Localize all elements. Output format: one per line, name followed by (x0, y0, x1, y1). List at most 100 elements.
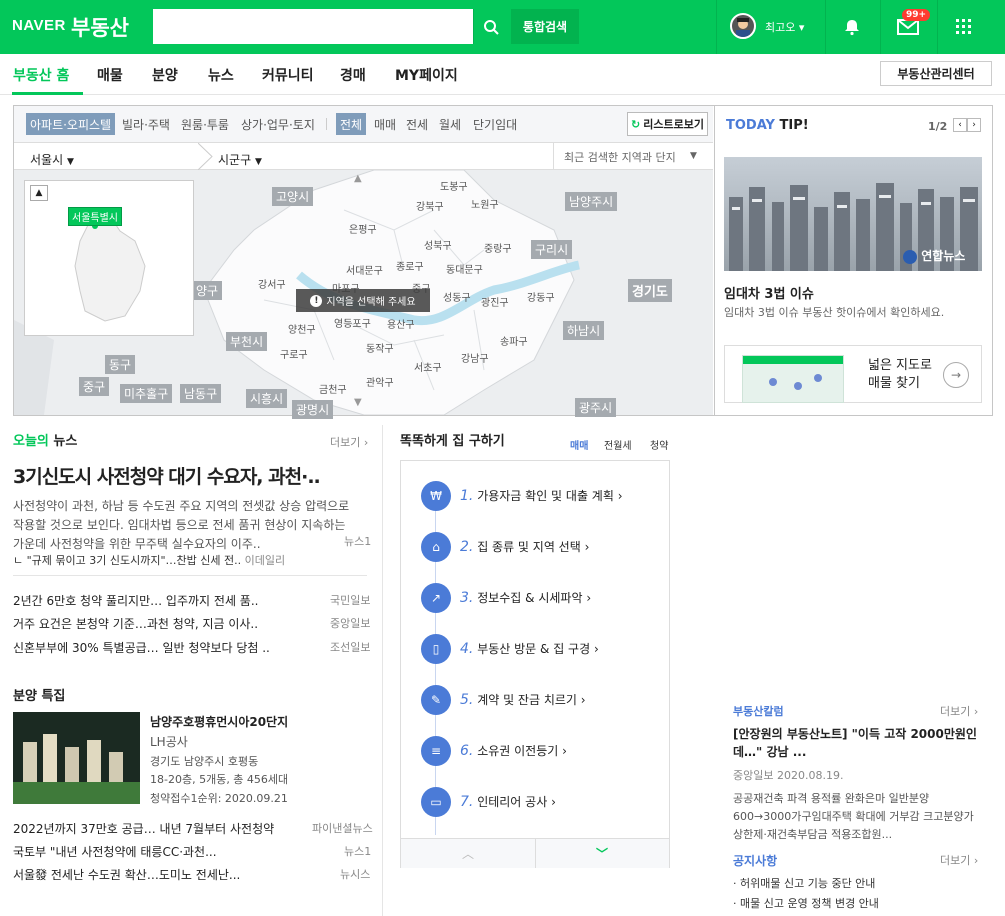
sale-news-item[interactable]: 국토부 "내년 사전청약에 태릉CC·과천... (13, 843, 217, 860)
real-estate-logo[interactable]: 부동산 (71, 12, 129, 42)
region-label[interactable]: 성동구 (443, 289, 471, 304)
outside-region[interactable]: 광명시 (292, 400, 334, 419)
nav-news[interactable]: 뉴스 (208, 65, 234, 85)
user-name[interactable]: 최고오 ▾ (765, 19, 804, 35)
news-more-link[interactable]: 더보기 › (330, 434, 368, 450)
sale-image[interactable] (13, 712, 140, 804)
news-list-item[interactable]: 거주 요건은 본청약 기준…과천 청약, 지금 이사.. (13, 615, 258, 632)
city-select[interactable]: 서울시 ▼ (30, 151, 74, 168)
region-label[interactable]: 용산구 (387, 316, 415, 331)
outside-region[interactable]: 하남시 (563, 321, 605, 340)
region-label[interactable]: 강북구 (416, 198, 444, 213)
type-oneroom[interactable]: 원룸·투룸 (177, 113, 233, 135)
deal-monthly[interactable]: 월세 (435, 113, 465, 135)
search-input[interactable] (153, 9, 473, 44)
news-headline[interactable]: 3기신도시 사전청약 대기 수요자, 과천·.. (13, 462, 321, 489)
nav-home[interactable]: 부동산 홈 (13, 65, 69, 85)
guide-step[interactable]: 6. 소유권 이전등기 › (460, 742, 567, 759)
deal-all[interactable]: 전체 (336, 113, 367, 135)
region-label[interactable]: 은평구 (349, 221, 377, 236)
tab-subscription[interactable]: 청약 (650, 437, 668, 452)
deal-shortterm[interactable]: 단기임대 (469, 113, 521, 135)
pan-down-icon[interactable]: ▼ (354, 397, 362, 408)
outside-region[interactable]: 동구 (105, 355, 136, 374)
notice-item[interactable]: · 매물 신고 운영 정책 변경 안내 (733, 895, 879, 911)
apps-grid-icon[interactable] (952, 15, 976, 39)
deal-jeonse[interactable]: 전세 (402, 113, 432, 135)
outside-region[interactable]: 경기도 (628, 279, 672, 302)
region-label[interactable]: 양천구 (288, 321, 316, 336)
region-label[interactable]: 서대문구 (346, 262, 383, 277)
region-label[interactable]: 동대문구 (446, 261, 483, 276)
region-label[interactable]: 종로구 (396, 258, 424, 273)
outside-region[interactable]: 중구 (79, 377, 110, 396)
total-search-button[interactable]: 통합검색 (511, 9, 579, 44)
region-label[interactable]: 강동구 (527, 289, 555, 304)
outside-region[interactable]: 남양주시 (565, 192, 618, 211)
guide-step[interactable]: 3. 정보수집 & 시세파악 › (460, 589, 591, 606)
mini-map[interactable] (24, 180, 194, 336)
guide-step[interactable]: 4. 부동산 방문 & 집 구경 › (460, 640, 599, 657)
sale-news-item[interactable]: 서울發 전세난 수도권 확산…도미노 전세난... (13, 866, 240, 883)
column-headline[interactable]: [안장원의 부동산노트] "이득 고작 2000만원인데…" 강남 ... (733, 725, 983, 761)
tip-headline[interactable]: 임대차 3법 이슈 (724, 283, 814, 302)
bell-icon[interactable] (840, 15, 864, 39)
prev-button[interactable]: ‹ (953, 118, 967, 132)
chevron-down-icon[interactable]: ﹀ (596, 845, 608, 862)
region-label[interactable]: 중랑구 (484, 240, 512, 255)
guide-step[interactable]: 5. 계약 및 잔금 치르기 › (460, 691, 586, 708)
nav-community[interactable]: 커뮤니티 (262, 65, 314, 85)
deal-sale[interactable]: 매매 (370, 113, 400, 135)
region-label[interactable]: 금천구 (319, 381, 347, 396)
region-label[interactable]: 관악구 (366, 374, 394, 389)
region-label[interactable]: 서초구 (414, 359, 442, 374)
sale-news-item[interactable]: 2022년까지 37만호 공급… 내년 7월부터 사전청약 (13, 820, 274, 837)
pan-up-icon[interactable]: ▲ (354, 173, 362, 184)
district-select[interactable]: 시군구 ▼ (218, 151, 262, 168)
recent-search-select[interactable]: 최근 검색한 지역과 단지 (553, 143, 713, 170)
collapse-minimap-button[interactable]: ▲ (30, 185, 48, 201)
search-button[interactable] (473, 9, 507, 44)
outside-region[interactable]: 남동구 (180, 384, 222, 403)
nav-mypage[interactable]: MY페이지 (395, 65, 458, 85)
region-label[interactable]: 구로구 (280, 346, 308, 361)
outside-region[interactable]: 고양시 (272, 187, 314, 206)
region-label[interactable]: 영등포구 (334, 315, 371, 330)
region-label[interactable]: 노원구 (471, 196, 499, 211)
related-news-link[interactable]: ㄴ "규제 묶이고 3기 신도시까지"…찬밥 신세 전.. 이데일리 (13, 552, 285, 568)
chevron-down-icon[interactable]: ▼ (690, 151, 697, 161)
region-label[interactable]: 송파구 (500, 333, 528, 348)
type-villa[interactable]: 빌라·주택 (118, 113, 174, 135)
naver-logo[interactable]: NAVER (12, 17, 66, 34)
outside-region[interactable]: 부천시 (226, 332, 268, 351)
region-label[interactable]: 성북구 (424, 237, 452, 252)
nav-auction[interactable]: 경매 (340, 65, 366, 85)
news-list-item[interactable]: 2년간 6만호 청약 풀리지만… 입주까지 전세 품.. (13, 592, 258, 609)
outside-region[interactable]: 광주시 (575, 398, 617, 417)
region-label[interactable]: 강남구 (461, 350, 489, 365)
manager-center-button[interactable]: 부동산관리센터 (880, 61, 992, 86)
tab-rent[interactable]: 전월세 (604, 437, 632, 452)
guide-step[interactable]: 1. 가용자금 확인 및 대출 계획 › (460, 487, 623, 504)
notice-more-link[interactable]: 더보기 › (940, 852, 978, 868)
type-commercial[interactable]: 상가·업무·토지 (237, 113, 319, 135)
tab-sale[interactable]: 매매 (570, 437, 588, 452)
outside-region[interactable]: 미추홀구 (120, 384, 173, 403)
arrow-right-icon[interactable]: → (943, 362, 969, 388)
region-label[interactable]: 광진구 (481, 294, 509, 309)
list-view-button[interactable]: ↻ 리스트로보기 (627, 112, 708, 136)
next-button[interactable]: › (967, 118, 981, 132)
column-more-link[interactable]: 더보기 › (940, 703, 978, 719)
nav-presale[interactable]: 분양 (152, 65, 178, 85)
guide-step[interactable]: 7. 인테리어 공사 › (460, 793, 556, 810)
region-label[interactable]: 동작구 (366, 340, 394, 355)
outside-region[interactable]: 구리시 (531, 240, 573, 259)
avatar[interactable] (730, 13, 756, 39)
outside-region[interactable]: 양구 (192, 281, 223, 300)
region-label[interactable]: 도봉구 (440, 178, 468, 193)
news-list-item[interactable]: 신혼부부에 30% 특별공급… 일반 청약보다 당첨 .. (13, 639, 270, 656)
nav-listings[interactable]: 매물 (97, 65, 123, 85)
notice-item[interactable]: · 허위매물 신고 기능 중단 안내 (733, 875, 875, 891)
outside-region[interactable]: 시흥시 (246, 389, 288, 408)
sale-name[interactable]: 남양주호평휴먼시아20단지 (150, 713, 288, 730)
